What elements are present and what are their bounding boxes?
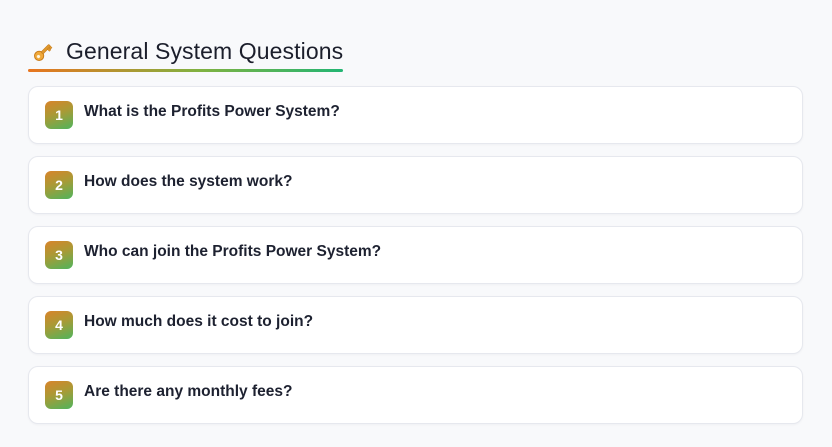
faq-question: How much does it cost to join? [84,313,314,330]
faq-question: Are there any monthly fees? [84,383,293,400]
faq-number-badge: 4 [45,311,73,339]
faq-page: General System Questions 1 What is the P… [0,0,832,447]
faq-item-3[interactable]: 3 Who can join the Profits Power System? [28,226,803,284]
faq-item-1[interactable]: 1 What is the Profits Power System? [28,86,803,144]
faq-number-badge: 3 [45,241,73,269]
faq-item-2[interactable]: 2 How does the system work? [28,156,803,214]
section-header: General System Questions [28,38,344,72]
section-title: General System Questions [66,38,344,64]
faq-number-badge: 2 [45,171,73,199]
faq-item-5[interactable]: 5 Are there any monthly fees? [28,366,803,424]
faq-question: How does the system work? [84,173,293,190]
faq-list: 1 What is the Profits Power System? 2 Ho… [28,86,803,436]
faq-question: Who can join the Profits Power System? [84,243,382,260]
faq-question: What is the Profits Power System? [84,103,340,120]
key-icon [30,39,56,65]
faq-number-badge: 1 [45,101,73,129]
faq-number-badge: 5 [45,381,73,409]
faq-item-4[interactable]: 4 How much does it cost to join? [28,296,803,354]
